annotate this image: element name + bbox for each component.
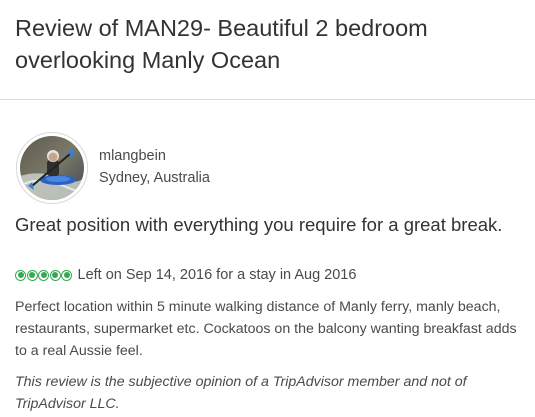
avatar[interactable] xyxy=(16,132,88,204)
rating-bubble-icon xyxy=(15,269,26,281)
rating-bubble-icon xyxy=(49,269,61,281)
page-title: Review of MAN29- Beautiful 2 bedroom ove… xyxy=(15,15,428,73)
rating-bubble-icon xyxy=(38,269,49,281)
rating-bubble-icon xyxy=(26,269,38,281)
review-body: Perfect location within 5 minute walking… xyxy=(15,299,517,359)
reviewer-username[interactable]: mlangbein xyxy=(99,147,166,165)
review-disclaimer: This review is the subjective opinion of… xyxy=(15,374,467,412)
review-date: Left on Sep 14, 2016 for a stay in Aug 2… xyxy=(77,267,357,283)
reviewer-location: Sydney, Australia xyxy=(99,170,210,186)
rating-row: Left on Sep 14, 2016 for a stay in Aug 2… xyxy=(15,266,356,284)
bubble-rating xyxy=(15,269,73,281)
rating-bubble-icon xyxy=(61,269,72,281)
header-divider xyxy=(0,99,535,100)
kayaker-photo-avatar-icon xyxy=(20,136,84,200)
review-title: Great position with everything you requi… xyxy=(15,214,503,235)
